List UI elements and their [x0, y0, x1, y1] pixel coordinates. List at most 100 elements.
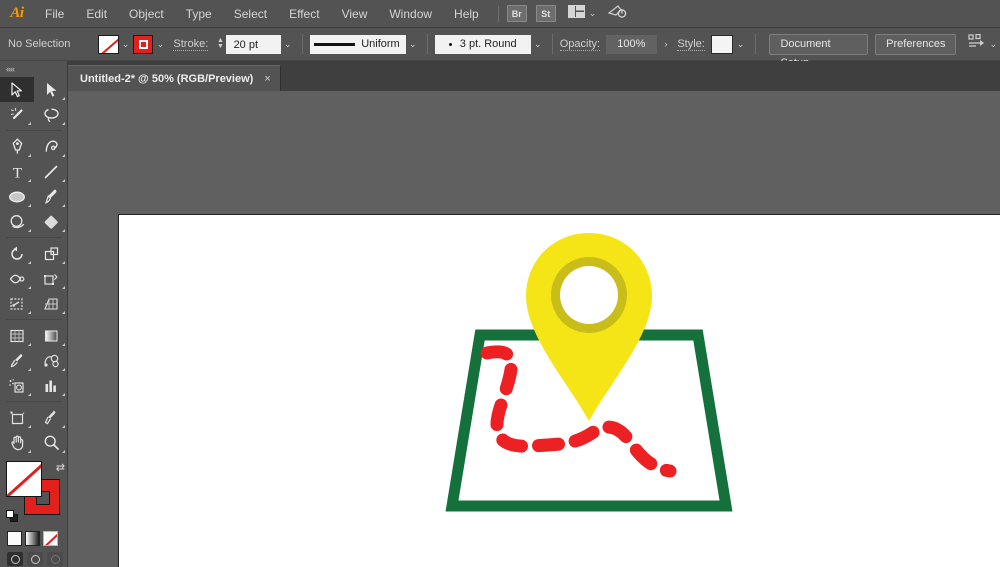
stroke-swatch[interactable] — [132, 34, 154, 54]
tools-divider — [6, 319, 62, 320]
direct-selection-tool[interactable] — [34, 77, 68, 102]
align-objects-button[interactable]: ⌄ — [965, 30, 1000, 58]
swap-fill-stroke-icon[interactable]: ⇄ — [56, 461, 65, 474]
none-mode-button[interactable] — [43, 531, 58, 546]
artboard-tool[interactable] — [0, 405, 34, 430]
stroke-weight-stepper[interactable]: ▲ ▼ — [215, 37, 225, 50]
map-pin-illustration[interactable] — [444, 225, 734, 515]
menu-item-view[interactable]: View — [331, 0, 379, 28]
close-icon[interactable]: × — [264, 73, 270, 85]
paintbrush-tool[interactable] — [34, 184, 68, 209]
line-segment-tool[interactable] — [34, 159, 68, 184]
stroke-weight-chevron-down-icon[interactable]: ⌄ — [281, 34, 295, 54]
collapse-panel-button[interactable]: «« — [0, 61, 67, 77]
menu-item-edit[interactable]: Edit — [75, 0, 118, 28]
control-divider — [426, 34, 428, 54]
pin-hole-shape — [560, 266, 618, 324]
menu-item-select[interactable]: Select — [223, 0, 278, 28]
stroke-dropdown-chevron-down-icon[interactable]: ⌄ — [153, 34, 167, 54]
width-tool[interactable] — [0, 266, 34, 291]
menu-bar: Ai File Edit Object Type Select Effect V… — [0, 0, 1000, 28]
gradient-tool[interactable] — [34, 323, 68, 348]
shaper-tool[interactable] — [0, 209, 34, 234]
document-setup-button[interactable]: Document Setup — [769, 33, 869, 69]
draw-behind-button[interactable] — [27, 552, 43, 566]
selection-tool[interactable] — [0, 77, 34, 102]
perspective-grid-tool[interactable] — [34, 291, 68, 316]
stroke-profile-chevron-down-icon[interactable]: ⌄ — [406, 34, 420, 54]
arrange-documents-icon — [567, 4, 585, 23]
color-mode-button[interactable] — [7, 531, 22, 546]
stroke-weight-input[interactable]: 20 pt — [225, 34, 281, 54]
free-transform-tool[interactable] — [34, 266, 68, 291]
ellipse-tool[interactable] — [0, 184, 34, 209]
control-divider — [754, 34, 756, 54]
brush-definition-select[interactable]: 3 pt. Round — [434, 34, 531, 54]
opacity-label[interactable]: Opacity: — [559, 38, 601, 51]
curvature-tool[interactable] — [34, 134, 68, 159]
lasso-tool[interactable] — [34, 102, 68, 127]
menu-item-effect[interactable]: Effect — [278, 0, 330, 28]
preferences-button[interactable]: Preferences — [875, 33, 957, 55]
mesh-tool[interactable] — [0, 323, 34, 348]
menu-divider — [497, 5, 499, 22]
artboard[interactable] — [118, 214, 1000, 567]
stroke-profile-select[interactable]: Uniform — [309, 34, 406, 54]
fill-swatch[interactable] — [97, 34, 119, 54]
stroke-profile-label: Uniform — [361, 38, 400, 50]
opacity-input[interactable]: 100% — [606, 34, 657, 54]
opacity-expand-chevron-right-icon[interactable]: › — [657, 34, 676, 54]
rotate-tool[interactable] — [0, 241, 34, 266]
menu-item-window[interactable]: Window — [378, 0, 443, 28]
document-tab[interactable]: Untitled-2* @ 50% (RGB/Preview) × — [68, 65, 281, 91]
style-label[interactable]: Style: — [677, 38, 705, 51]
menu-item-file[interactable]: File — [34, 0, 75, 28]
workspace-switcher-icon — [607, 4, 628, 24]
stroke-weight-label[interactable]: Stroke: — [173, 38, 209, 51]
default-fill-stroke-icon[interactable] — [6, 510, 19, 523]
eraser-tool[interactable] — [34, 209, 68, 234]
workspace-switcher-button[interactable] — [605, 0, 631, 28]
color-mode-buttons — [0, 527, 67, 546]
canvas-area[interactable] — [68, 91, 1000, 567]
zoom-tool[interactable] — [34, 430, 68, 455]
column-graph-tool[interactable] — [34, 373, 68, 398]
menu-item-help[interactable]: Help — [443, 0, 490, 28]
draw-normal-button[interactable] — [7, 552, 23, 566]
fill-dropdown-chevron-down-icon[interactable]: ⌄ — [119, 34, 133, 54]
illustrator-window: Ai File Edit Object Type Select Effect V… — [0, 0, 1000, 567]
toolbar-fill-swatch[interactable] — [6, 461, 42, 497]
fill-stroke-controls: ⇄ — [6, 461, 67, 527]
shape-builder-tool[interactable] — [0, 291, 34, 316]
style-chevron-down-icon[interactable]: ⌄ — [733, 34, 747, 54]
align-chevron-down-icon: ⌄ — [989, 38, 997, 49]
hand-tool[interactable] — [0, 430, 34, 455]
chevron-down-icon: ⌄ — [588, 8, 597, 18]
stroke-profile-preview-icon — [313, 42, 356, 46]
brush-definition-chevron-down-icon[interactable]: ⌄ — [531, 34, 545, 54]
document-tab-title: Untitled-2* @ 50% (RGB/Preview) — [80, 72, 254, 85]
document-tab-bar: Untitled-2* @ 50% (RGB/Preview) × — [68, 61, 1000, 91]
menu-item-type[interactable]: Type — [175, 0, 223, 28]
pen-tool[interactable] — [0, 134, 34, 159]
arrange-documents-button[interactable]: ⌄ — [565, 0, 600, 28]
selection-status: No Selection — [8, 38, 71, 50]
gradient-mode-button[interactable] — [25, 531, 40, 546]
type-tool[interactable]: T — [0, 159, 34, 184]
scale-tool[interactable] — [34, 241, 68, 266]
blend-tool[interactable] — [34, 348, 68, 373]
align-objects-icon — [968, 33, 985, 54]
menu-item-object[interactable]: Object — [118, 0, 175, 28]
symbol-sprayer-tool[interactable] — [0, 373, 34, 398]
tools-panel: «« T ⇄ — [0, 61, 68, 567]
graphic-style-swatch[interactable] — [710, 34, 734, 54]
eyedropper-tool[interactable] — [0, 348, 34, 373]
magic-wand-tool[interactable] — [0, 102, 34, 127]
app-logo-icon: Ai — [10, 5, 24, 21]
stock-button[interactable]: St — [535, 5, 556, 22]
bridge-button[interactable]: Br — [506, 5, 527, 22]
draw-inside-button[interactable] — [47, 552, 63, 566]
tools-grid: T — [0, 77, 67, 455]
control-bar: No Selection ⌄ ⌄ Stroke: ▲ ▼ 20 pt ⌄ Unif… — [0, 28, 1000, 69]
slice-tool[interactable] — [34, 405, 68, 430]
